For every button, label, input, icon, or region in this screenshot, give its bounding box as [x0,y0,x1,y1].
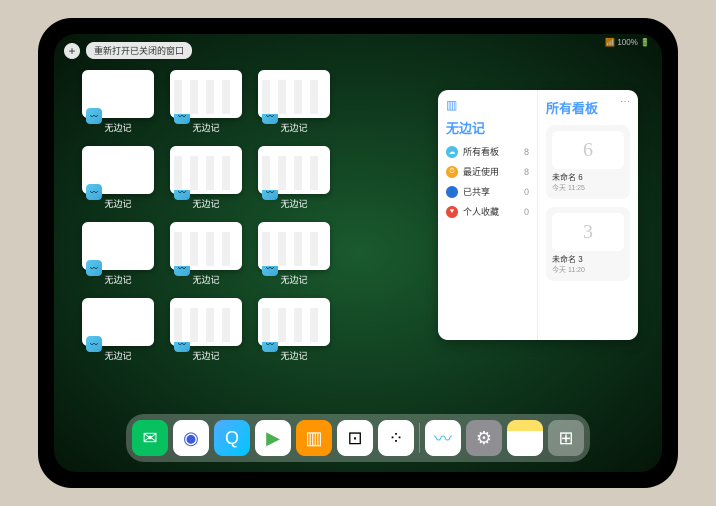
settings-icon[interactable]: ⚙ [466,420,502,456]
play-icon[interactable]: ▶ [255,420,291,456]
panel-right-title: 所有看板 [546,98,630,117]
freeform-app-icon: 〰 [262,184,278,200]
window-name: 无边记 [280,273,307,286]
dice-icon[interactable]: ⊡ [337,420,373,456]
ipad-frame: 📶 100% 🔋 + 重新打开已关闭的窗口 〰无边记〰无边记〰无边记〰无边记〰无… [38,18,678,488]
share-icon[interactable]: ⁘ [378,420,414,456]
window-name: 无边记 [104,121,131,134]
reopen-window-button[interactable]: 重新打开已关闭的窗口 [86,42,192,59]
window-thumbnail[interactable]: 〰无边记 [82,222,154,286]
window-thumbnail[interactable]: 〰无边记 [82,70,154,134]
window-name: 无边记 [280,349,307,362]
thumbnail-preview: 〰 [82,70,154,118]
browser-icon[interactable]: Q [214,420,250,456]
thumbnail-preview: 〰 [82,298,154,346]
freeform-app-icon: 〰 [86,108,102,124]
dock: ✉◉Q▶▥⊡⁘ 〰⚙ ⊞ [126,414,590,462]
panel-row[interactable]: 👤 已共享 0 [446,185,529,198]
board-sketch: 6 [552,131,624,169]
top-bar: + 重新打开已关闭的窗口 [64,42,192,59]
board-sketch: 3 [552,213,624,251]
board-name: 未命名 3 [552,254,624,265]
thumbnail-preview: 〰 [258,146,330,194]
side-panel: ··· ▥ 无边记 ☁ 所有看板 8 ⏱ 最近使用 8 👤 已共享 0 ♥ 个人收藏 0 所有看板 6… [438,90,638,340]
row-count: 8 [524,147,529,157]
notes-icon[interactable] [507,420,543,456]
row-icon: 👤 [446,186,458,198]
row-icon: ♥ [446,206,458,218]
board-date: 今天 11:25 [552,183,624,193]
window-name: 无边记 [280,121,307,134]
freeform-app-icon: 〰 [174,260,190,276]
screen: 📶 100% 🔋 + 重新打开已关闭的窗口 〰无边记〰无边记〰无边记〰无边记〰无… [54,34,662,472]
freeform-app-icon: 〰 [262,336,278,352]
window-name: 无边记 [192,273,219,286]
window-name: 无边记 [192,349,219,362]
freeform-app-icon: 〰 [174,108,190,124]
window-grid: 〰无边记〰无边记〰无边记〰无边记〰无边记〰无边记〰无边记〰无边记〰无边记〰无边记… [82,70,418,362]
thumbnail-preview: 〰 [170,222,242,270]
window-thumbnail[interactable]: 〰无边记 [82,298,154,362]
window-thumbnail[interactable]: 〰无边记 [258,146,330,210]
window-thumbnail[interactable]: 〰无边记 [170,222,242,286]
window-thumbnail[interactable]: 〰无边记 [170,70,242,134]
thumbnail-preview: 〰 [170,146,242,194]
panel-more-button[interactable]: ··· [620,96,630,107]
row-label: 所有看板 [463,145,499,158]
row-icon: ⏱ [446,166,458,178]
panel-right: 所有看板 6 未命名 6今天 11:25 3 未命名 3今天 11:20 [538,90,638,340]
quark-icon[interactable]: ◉ [173,420,209,456]
panel-row[interactable]: ☁ 所有看板 8 [446,145,529,158]
window-name: 无边记 [280,197,307,210]
window-name: 无边记 [104,273,131,286]
panel-left: ▥ 无边记 ☁ 所有看板 8 ⏱ 最近使用 8 👤 已共享 0 ♥ 个人收藏 0 [438,90,538,340]
row-label: 已共享 [463,185,490,198]
freeform-app-icon: 〰 [262,260,278,276]
thumbnail-preview: 〰 [170,298,242,346]
thumbnail-preview: 〰 [82,146,154,194]
board-card[interactable]: 3 未命名 3今天 11:20 [546,207,630,281]
board-card[interactable]: 6 未命名 6今天 11:25 [546,125,630,199]
row-label: 最近使用 [463,165,499,178]
freeform-app-icon: 〰 [86,336,102,352]
freeform-app-icon: 〰 [86,260,102,276]
thumbnail-preview: 〰 [258,298,330,346]
window-thumbnail[interactable]: 〰无边记 [258,70,330,134]
row-count: 0 [524,187,529,197]
row-label: 个人收藏 [463,205,499,218]
window-thumbnail[interactable]: 〰无边记 [258,222,330,286]
freeform-app-icon: 〰 [86,184,102,200]
status-bar: 📶 100% 🔋 [605,38,650,47]
thumbnail-preview: 〰 [258,222,330,270]
window-name: 无边记 [104,349,131,362]
panel-row[interactable]: ⏱ 最近使用 8 [446,165,529,178]
freeform-app-icon: 〰 [174,184,190,200]
books-icon[interactable]: ▥ [296,420,332,456]
thumbnail-preview: 〰 [82,222,154,270]
panel-row[interactable]: ♥ 个人收藏 0 [446,205,529,218]
window-thumbnail[interactable]: 〰无边记 [170,298,242,362]
window-name: 无边记 [192,197,219,210]
board-date: 今天 11:20 [552,265,624,275]
sidebar-icon[interactable]: ▥ [446,98,529,112]
freeform-icon[interactable]: 〰 [425,420,461,456]
window-thumbnail[interactable]: 〰无边记 [170,146,242,210]
thumbnail-preview: 〰 [258,70,330,118]
freeform-app-icon: 〰 [262,108,278,124]
window-name: 无边记 [192,121,219,134]
panel-left-title: 无边记 [446,118,529,137]
dock-separator [419,423,420,453]
window-thumbnail[interactable]: 〰无边记 [258,298,330,362]
window-thumbnail[interactable]: 〰无边记 [82,146,154,210]
freeform-app-icon: 〰 [174,336,190,352]
board-name: 未命名 6 [552,172,624,183]
window-name: 无边记 [104,197,131,210]
row-icon: ☁ [446,146,458,158]
row-count: 8 [524,167,529,177]
wechat-icon[interactable]: ✉ [132,420,168,456]
thumbnail-preview: 〰 [170,70,242,118]
appgrid-icon[interactable]: ⊞ [548,420,584,456]
add-button[interactable]: + [64,43,80,59]
row-count: 0 [524,207,529,217]
